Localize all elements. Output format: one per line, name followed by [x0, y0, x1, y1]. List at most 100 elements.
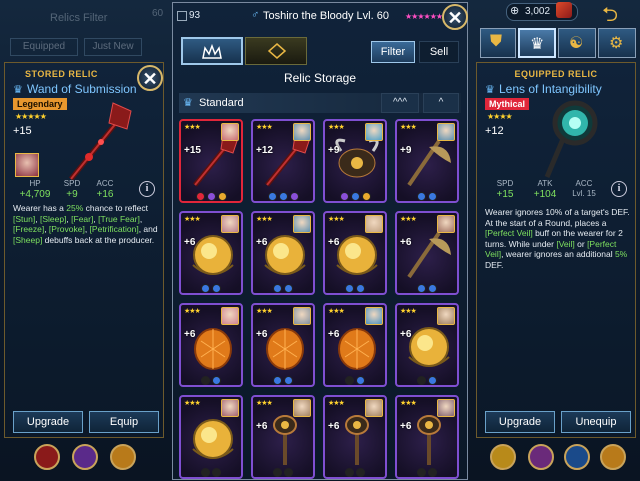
- relic-cell[interactable]: ★★★ +6: [395, 303, 459, 387]
- equipped-description: Wearer ignores 10% of a target's DEF. At…: [485, 207, 631, 270]
- gears-icon: ⚙: [609, 35, 624, 52]
- substat-dot: [284, 468, 293, 477]
- magic-icon[interactable]: [72, 444, 98, 470]
- substat-dots: [397, 372, 457, 385]
- substat-dot: [417, 192, 426, 201]
- substat-dot: [345, 468, 354, 477]
- desc-highlight: [Fear]: [71, 213, 94, 224]
- substat-dot: [273, 284, 282, 293]
- substat-dot: [195, 192, 205, 201]
- tab-artifacts[interactable]: [245, 37, 307, 65]
- relic-cell[interactable]: ★★★ +6: [323, 211, 387, 295]
- upgrade-stored-button[interactable]: Upgrade: [13, 411, 83, 433]
- tri-gem-icon[interactable]: [564, 444, 590, 470]
- relic-cell[interactable]: ★★★ +6: [251, 211, 315, 295]
- close-stored-button[interactable]: ✕: [137, 65, 163, 91]
- tab-equipment[interactable]: ⛊: [480, 28, 516, 58]
- filter-button[interactable]: Filter: [371, 41, 415, 63]
- hero-portrait: [437, 215, 455, 233]
- equipped-stat-atk: ATK +104: [527, 179, 563, 200]
- hero-portrait: [365, 123, 383, 141]
- cell-stars: ★★★: [400, 216, 417, 223]
- substat-dot: [289, 192, 299, 201]
- cell-level: +6: [328, 421, 340, 432]
- relic-cell[interactable]: ★★★ +6: [395, 211, 459, 295]
- just-new-filter-button[interactable]: Just New: [84, 38, 142, 56]
- desc-highlight: [Sheep]: [13, 234, 43, 245]
- desc-text: Wearer ignores 10% of a target's DEF. At…: [485, 207, 630, 228]
- unequip-button[interactable]: Unequip: [561, 411, 631, 433]
- tab-relics[interactable]: [181, 37, 243, 65]
- stored-relic-header: STORED RELIC: [25, 69, 98, 79]
- substat-dots: [397, 188, 457, 201]
- hero-portrait: [437, 123, 455, 141]
- tab-masteries[interactable]: ☯: [558, 28, 596, 58]
- close-storage-button[interactable]: ✕: [442, 4, 468, 30]
- substat-dot: [278, 192, 288, 201]
- spear-icon[interactable]: [110, 444, 136, 470]
- collapse-button[interactable]: ^: [423, 93, 459, 113]
- stat-value: Lvl. 15: [572, 189, 596, 198]
- substat-dots: [253, 372, 313, 385]
- substat-dot: [212, 376, 221, 385]
- desc-highlight: [Provoke]: [48, 224, 85, 234]
- relics-filter-header: Relics Filter Equipped Just New 60: [0, 0, 170, 60]
- cell-stars: ★★★: [184, 124, 201, 131]
- relic-cell[interactable]: ★★★ +12: [251, 119, 315, 203]
- substat-dot: [350, 192, 360, 201]
- relic-cell[interactable]: ★★★ +6: [179, 303, 243, 387]
- substat-dots: [325, 464, 385, 477]
- relic-art: [193, 134, 238, 187]
- cell-level: +6: [400, 329, 412, 340]
- hero-stars: ★★★★★★: [405, 12, 443, 21]
- upgrade-equipped-button[interactable]: Upgrade: [485, 411, 555, 433]
- relic-cell[interactable]: ★★★ +9: [323, 119, 387, 203]
- cell-level: +9: [400, 145, 412, 156]
- stored-relic-panel: STORED RELIC ✕ ♛ Wand of Submission Lege…: [4, 62, 164, 438]
- info-icon[interactable]: i: [139, 181, 155, 197]
- hero-portrait: [293, 123, 311, 141]
- stat-label: SPD: [496, 179, 514, 188]
- relic-cell[interactable]: ★★★ +6: [251, 303, 315, 387]
- relic-cell[interactable]: ★★★ +15: [179, 119, 243, 203]
- warrior-icon[interactable]: [34, 444, 60, 470]
- heart-icon[interactable]: [528, 444, 554, 470]
- relic-cell[interactable]: ★★★ +6: [395, 395, 459, 479]
- relic-cell[interactable]: ★★★ +6: [179, 211, 243, 295]
- sun-icon[interactable]: [490, 444, 516, 470]
- substat-dot: [339, 192, 349, 201]
- substat-dot: [212, 284, 221, 293]
- relic-cell[interactable]: ★★★ +9: [395, 119, 459, 203]
- relic-cell[interactable]: ★★★ +6: [323, 395, 387, 479]
- relic-cell[interactable]: ★★★ +6: [323, 303, 387, 387]
- section-title: Standard: [199, 97, 244, 109]
- tab-relic-slot[interactable]: ♛: [518, 28, 556, 58]
- hero-portrait: [293, 399, 311, 417]
- equipped-filter-button[interactable]: Equipped: [10, 38, 78, 56]
- substat-dot: [273, 468, 282, 477]
- collapse-all-button[interactable]: ^^^: [381, 93, 419, 113]
- substat-dots: [181, 280, 241, 293]
- add-currency-icon[interactable]: ⊕: [510, 4, 519, 17]
- tab-gems[interactable]: ⚙: [598, 28, 636, 58]
- relic-currency-icon: [556, 2, 572, 18]
- relic-cell[interactable]: ★★★: [179, 395, 243, 479]
- sell-button[interactable]: Sell: [419, 41, 459, 63]
- substat-dots: [181, 372, 241, 385]
- relic-cell[interactable]: ★★★ +6: [251, 395, 315, 479]
- stored-relic-name: Wand of Submission: [27, 82, 137, 96]
- hero-portrait: [437, 307, 455, 325]
- crown-icon: ♛: [183, 97, 193, 109]
- desc-highlight: 5%: [614, 249, 628, 259]
- desc-highlight: 25%: [66, 203, 84, 213]
- equip-button[interactable]: Equip: [89, 411, 159, 433]
- top-bar: 93 ♂ Toshiro the Bloody Lvl. 60 ★★★★★★: [173, 3, 467, 31]
- info-icon[interactable]: i: [611, 181, 627, 197]
- relics-filter-title: Relics Filter: [50, 12, 108, 24]
- substat-dot: [217, 192, 227, 201]
- substat-dot: [201, 468, 210, 477]
- substat-dots: [253, 464, 313, 477]
- substat-dot: [428, 192, 437, 201]
- relic-art: [345, 415, 369, 465]
- shield-icon[interactable]: [600, 444, 626, 470]
